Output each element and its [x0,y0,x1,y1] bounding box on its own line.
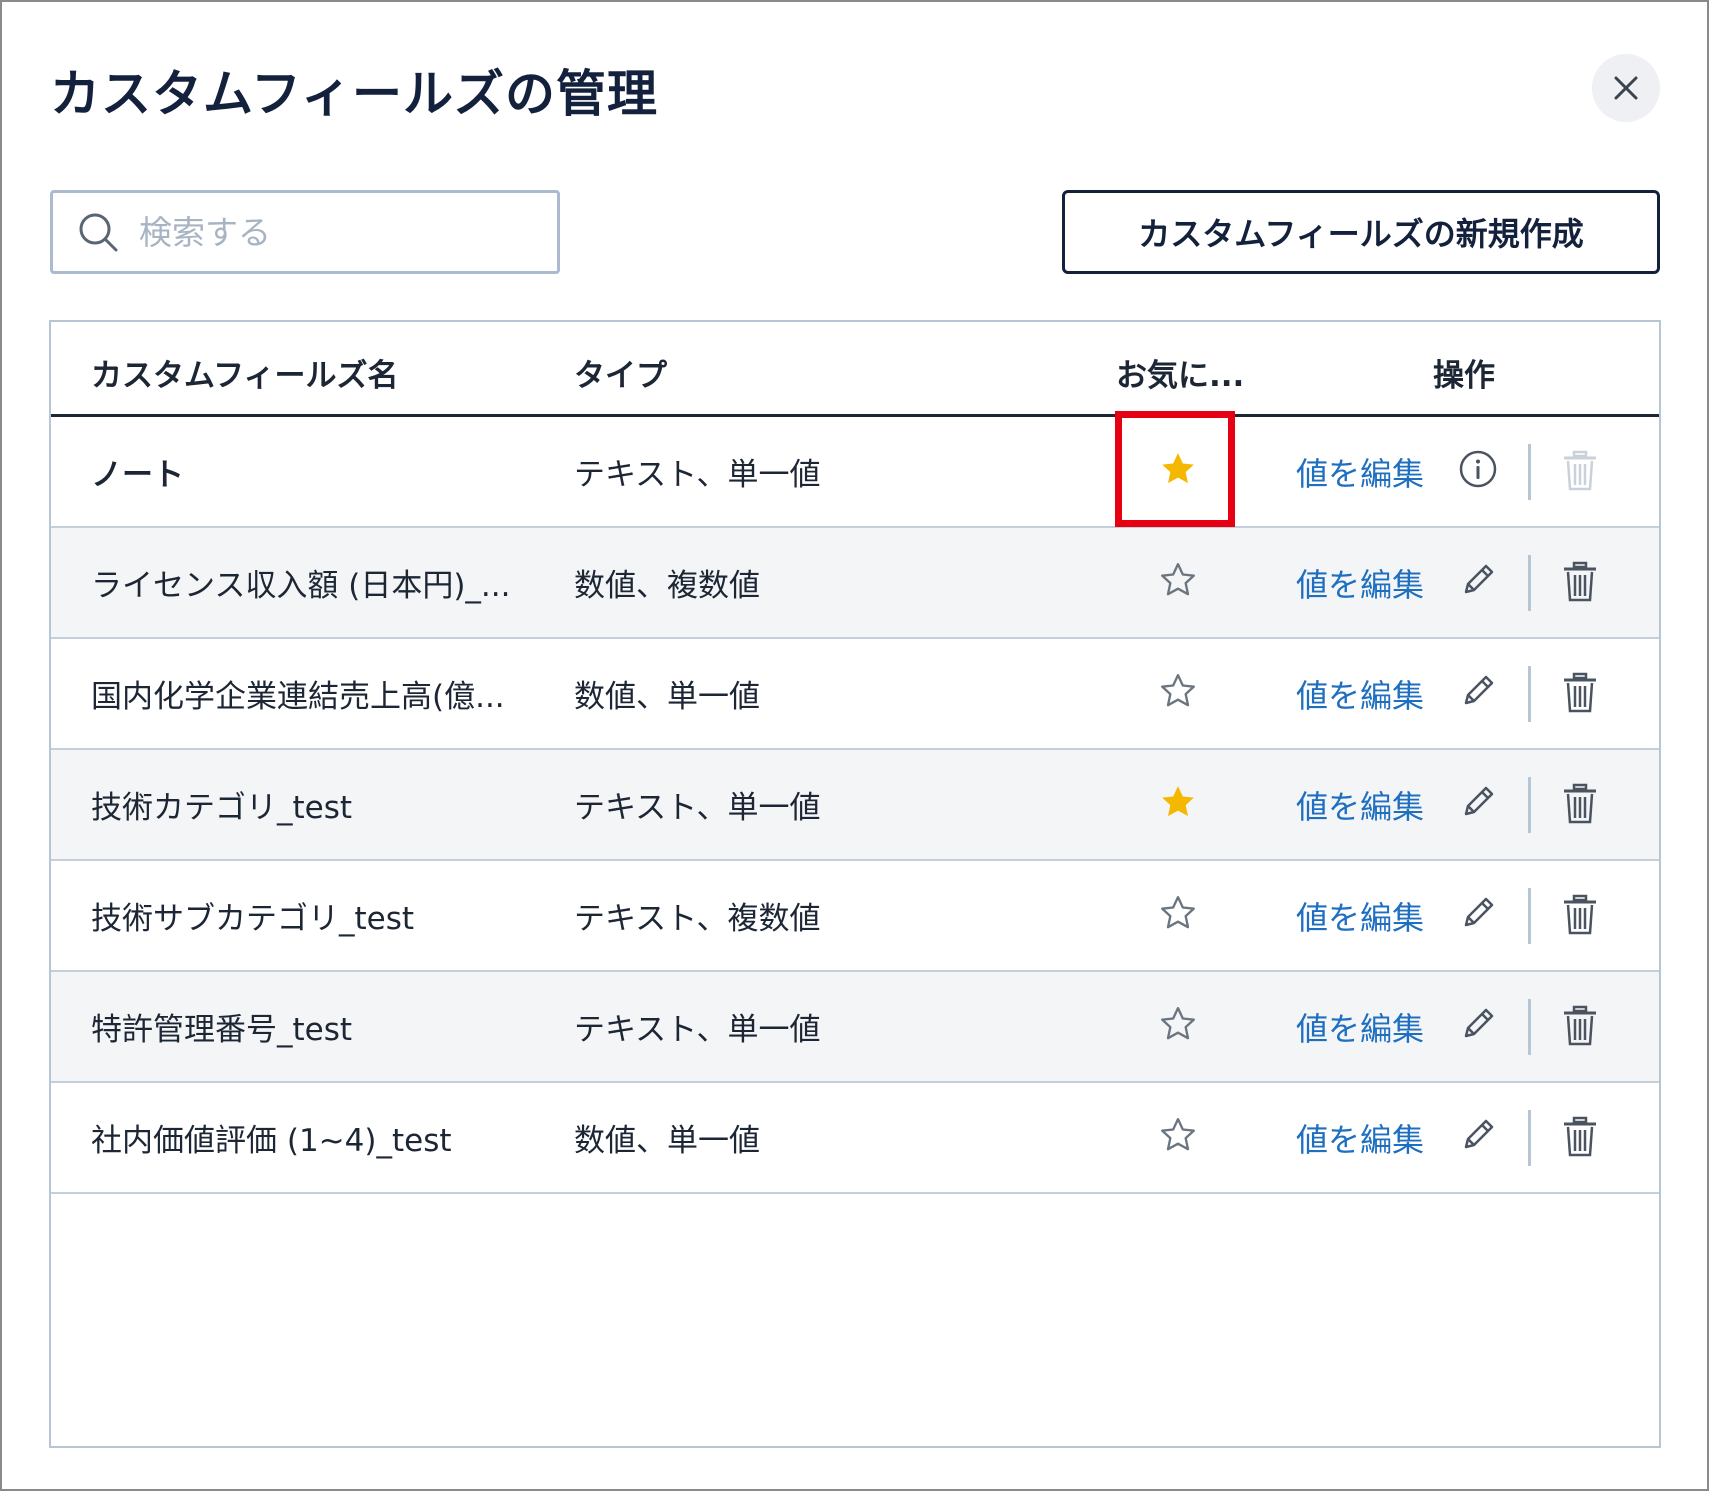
field-name: 技術サブカテゴリ_test [91,901,415,937]
edit-values-link[interactable]: 値を編集 [1296,893,1424,939]
header-type[interactable]: タイプ [574,350,667,395]
action-divider [1528,777,1531,833]
search-input[interactable] [139,212,539,252]
field-type: テキスト、単一値 [574,1012,821,1048]
action-divider [1528,555,1531,611]
search-icon [79,213,118,252]
trash-icon [1558,447,1602,495]
trash-icon[interactable] [1558,558,1602,606]
table-row: 技術カテゴリ_test テキスト、単一値 値を編集 [51,750,1659,861]
action-divider [1528,1110,1531,1166]
edit-values-link[interactable]: 値を編集 [1296,560,1424,606]
field-type: テキスト、単一値 [574,457,821,493]
action-divider [1528,444,1531,500]
action-divider [1528,666,1531,722]
pencil-icon[interactable] [1456,558,1500,602]
field-type: 数値、複数値 [574,568,760,604]
custom-fields-table: カスタムフィールズ名 タイプ お気に... 操作 ノート テキスト、単一値 値を… [49,320,1661,1448]
star-empty-icon[interactable] [1156,1002,1200,1046]
pencil-icon[interactable] [1456,1002,1500,1046]
trash-icon[interactable] [1558,1002,1602,1050]
table-header: カスタムフィールズ名 タイプ お気に... 操作 [51,322,1659,417]
trash-icon[interactable] [1558,1113,1602,1161]
field-name: ライセンス収入額 (日本円)_... [91,568,511,604]
field-name: 社内価値評価 (1~4)_test [91,1123,452,1159]
field-type: テキスト、複数値 [574,901,821,937]
close-icon [1614,76,1638,100]
pencil-icon[interactable] [1456,1113,1500,1157]
trash-icon[interactable] [1558,780,1602,828]
star-empty-icon[interactable] [1156,1113,1200,1157]
pencil-icon[interactable] [1456,780,1500,824]
header-actions: 操作 [1433,358,1495,394]
search-box [50,190,560,274]
edit-values-link[interactable]: 値を編集 [1296,671,1424,717]
close-button[interactable] [1592,54,1660,122]
table-row: 特許管理番号_test テキスト、単一値 値を編集 [51,972,1659,1083]
table-row: 技術サブカテゴリ_test テキスト、複数値 値を編集 [51,861,1659,972]
field-type: 数値、単一値 [574,679,760,715]
header-favorite[interactable]: お気に... [1116,350,1244,395]
pencil-icon[interactable] [1456,669,1500,713]
field-name: ノート [91,457,184,493]
edit-values-link[interactable]: 値を編集 [1296,1004,1424,1050]
field-type: テキスト、単一値 [574,790,821,826]
star-empty-icon[interactable] [1156,669,1200,713]
table-row: 社内価値評価 (1~4)_test 数値、単一値 値を編集 [51,1083,1659,1194]
action-divider [1528,888,1531,944]
field-type: 数値、単一値 [574,1123,760,1159]
trash-icon[interactable] [1558,891,1602,939]
star-empty-icon[interactable] [1156,558,1200,602]
info-icon[interactable] [1456,447,1500,491]
field-name: 特許管理番号_test [91,1012,353,1048]
table-row: 国内化学企業連結売上高(億... 数値、単一値 値を編集 [51,639,1659,750]
table-row: ライセンス収入額 (日本円)_... 数値、複数値 値を編集 [51,528,1659,639]
dialog-title: カスタムフィールズの管理 [50,65,658,123]
edit-values-link[interactable]: 値を編集 [1296,1115,1424,1161]
field-name: 技術カテゴリ_test [91,790,353,826]
table-row: ノート テキスト、単一値 値を編集 [51,417,1659,528]
custom-fields-dialog: カスタムフィールズの管理 カスタムフィールズの新規作成 カスタムフィールズ名 タ… [0,0,1709,1491]
pencil-icon[interactable] [1456,891,1500,935]
edit-values-link[interactable]: 値を編集 [1296,449,1424,495]
action-divider [1528,999,1531,1055]
edit-values-link[interactable]: 値を編集 [1296,782,1424,828]
star-filled-icon[interactable] [1156,447,1200,491]
create-custom-field-button[interactable]: カスタムフィールズの新規作成 [1062,190,1660,274]
trash-icon[interactable] [1558,669,1602,717]
table-body: ノート テキスト、単一値 値を編集 ライセンス収入額 (日本円)_... 数値、… [51,417,1659,1194]
star-empty-icon[interactable] [1156,891,1200,935]
star-filled-icon[interactable] [1156,780,1200,824]
header-name[interactable]: カスタムフィールズ名 [91,350,399,395]
field-name: 国内化学企業連結売上高(億... [91,679,505,715]
